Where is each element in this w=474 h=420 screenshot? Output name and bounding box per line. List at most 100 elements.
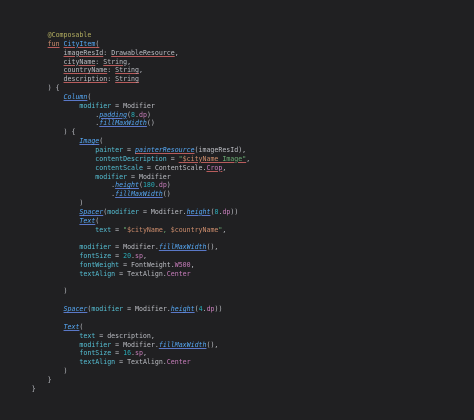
code-token: = bbox=[115, 358, 128, 367]
code-token: = description, bbox=[95, 331, 155, 340]
code-line[interactable] bbox=[0, 234, 250, 243]
code-token: String bbox=[103, 57, 128, 66]
code-line[interactable]: fontWeight = FontWeight.W500, bbox=[0, 261, 250, 270]
code-line[interactable]: Column( bbox=[0, 93, 250, 102]
code-line[interactable]: @Composable bbox=[0, 31, 250, 40]
code-token: painterResource bbox=[135, 145, 195, 154]
code-token: Center bbox=[166, 358, 191, 367]
code-line[interactable]: cityName: String, bbox=[0, 58, 250, 67]
code-line[interactable]: .fillMaxWidth() bbox=[0, 190, 250, 199]
code-line[interactable]: contentDescription = "$cityName Image", bbox=[0, 155, 250, 164]
code-token: modifier bbox=[95, 172, 128, 181]
code-token: fillMaxWidth bbox=[158, 243, 207, 252]
code-token: )) bbox=[230, 207, 239, 216]
code-token: ) bbox=[166, 181, 171, 190]
code-token: = bbox=[111, 243, 124, 252]
code-token: dp bbox=[139, 110, 147, 119]
code-token: Text bbox=[63, 322, 80, 331]
code-token: ) bbox=[146, 110, 151, 119]
code-token: 20 bbox=[123, 252, 132, 261]
code-token: fontSize bbox=[79, 252, 112, 261]
code-editor[interactable]: @Composable fun CityItem( imageResId: Dr… bbox=[0, 0, 474, 420]
code-line[interactable] bbox=[0, 296, 250, 305]
code-token: ) bbox=[0, 287, 68, 296]
code-line[interactable] bbox=[0, 314, 250, 323]
code-token: dp bbox=[158, 181, 167, 190]
code-token: Center bbox=[166, 269, 191, 278]
code-token: Spacer bbox=[63, 305, 88, 314]
code-line[interactable]: fontSize = 16.sp, bbox=[0, 349, 250, 358]
code-line[interactable]: .fillMaxWidth() bbox=[0, 119, 250, 128]
code-token: ) { bbox=[47, 84, 60, 93]
code-token: , bbox=[138, 66, 143, 75]
code-token: imageResId bbox=[63, 48, 104, 57]
code-line[interactable]: Text( bbox=[0, 323, 250, 332]
code-line[interactable]: modifier = Modifier.fillMaxWidth(), bbox=[0, 341, 250, 350]
code-line[interactable]: ) { bbox=[0, 84, 250, 93]
code-line[interactable]: Spacer(modifier = Modifier.height(8.dp)) bbox=[0, 208, 250, 217]
code-line[interactable]: painter = painterResource(imageResId), bbox=[0, 146, 250, 155]
code-line[interactable]: modifier = Modifier bbox=[0, 102, 250, 111]
code-token: )) bbox=[214, 305, 223, 314]
code-line[interactable]: Image( bbox=[0, 137, 250, 146]
code-line[interactable]: textAlign = TextAlign.Center bbox=[0, 270, 250, 279]
code-line[interactable]: } bbox=[0, 385, 250, 394]
code-line[interactable]: ) bbox=[0, 199, 250, 208]
code-line[interactable]: modifier = Modifier.fillMaxWidth(), bbox=[0, 243, 250, 252]
code-line[interactable]: Spacer(modifier = Modifier.height(4.dp)) bbox=[0, 305, 250, 314]
code-content[interactable]: @Composable fun CityItem( imageResId: Dr… bbox=[0, 31, 250, 394]
code-token: contentDescription bbox=[95, 154, 167, 163]
code-token: DrawableResource bbox=[111, 48, 175, 57]
code-line[interactable]: textAlign = TextAlign.Center bbox=[0, 358, 250, 367]
code-token: String bbox=[115, 66, 139, 75]
code-token: = bbox=[111, 252, 124, 261]
code-line[interactable]: .height(180.dp) bbox=[0, 181, 250, 190]
code-line[interactable]: contentScale = ContentScale.Crop, bbox=[0, 164, 250, 173]
code-token: fillMaxWidth bbox=[99, 119, 147, 128]
code-token: sp bbox=[135, 252, 143, 261]
code-token: = bbox=[123, 145, 135, 154]
code-token: fun bbox=[47, 39, 60, 48]
code-token: height bbox=[186, 207, 211, 216]
code-token: = bbox=[127, 172, 139, 181]
code-token: modifier bbox=[107, 207, 139, 216]
code-line[interactable]: description: String bbox=[0, 75, 250, 84]
code-line[interactable]: text = "$cityName, $countryName", bbox=[0, 226, 250, 235]
code-token: , bbox=[127, 57, 132, 66]
code-line[interactable]: fun CityItem( bbox=[0, 40, 250, 49]
code-token: = bbox=[142, 163, 155, 172]
code-line[interactable]: text = description, bbox=[0, 332, 250, 341]
code-token: 16 bbox=[123, 349, 132, 358]
code-line[interactable] bbox=[0, 279, 250, 288]
code-line[interactable]: ) bbox=[0, 287, 250, 296]
code-token: = bbox=[115, 269, 128, 278]
code-line[interactable]: ) bbox=[0, 367, 250, 376]
code-token: ( bbox=[99, 137, 104, 146]
code-token: (), bbox=[206, 340, 219, 349]
code-line[interactable]: countryName: String, bbox=[0, 66, 250, 75]
code-line[interactable]: modifier = Modifier bbox=[0, 173, 250, 182]
code-token: textAlign bbox=[79, 269, 116, 278]
code-token: 180 bbox=[142, 181, 155, 190]
code-line[interactable]: .padding(8.dp) bbox=[0, 111, 250, 120]
code-token: sp bbox=[135, 349, 143, 358]
code-line[interactable]: fontSize = 20.sp, bbox=[0, 252, 250, 261]
code-line[interactable]: ) { bbox=[0, 128, 250, 137]
code-line[interactable]: imageResId: DrawableResource, bbox=[0, 49, 250, 58]
code-token: ( bbox=[95, 39, 100, 48]
code-line[interactable]: Text( bbox=[0, 217, 250, 226]
code-token: fontSize bbox=[79, 349, 112, 358]
code-token: Image bbox=[79, 137, 100, 146]
code-line[interactable]: } bbox=[0, 376, 250, 385]
